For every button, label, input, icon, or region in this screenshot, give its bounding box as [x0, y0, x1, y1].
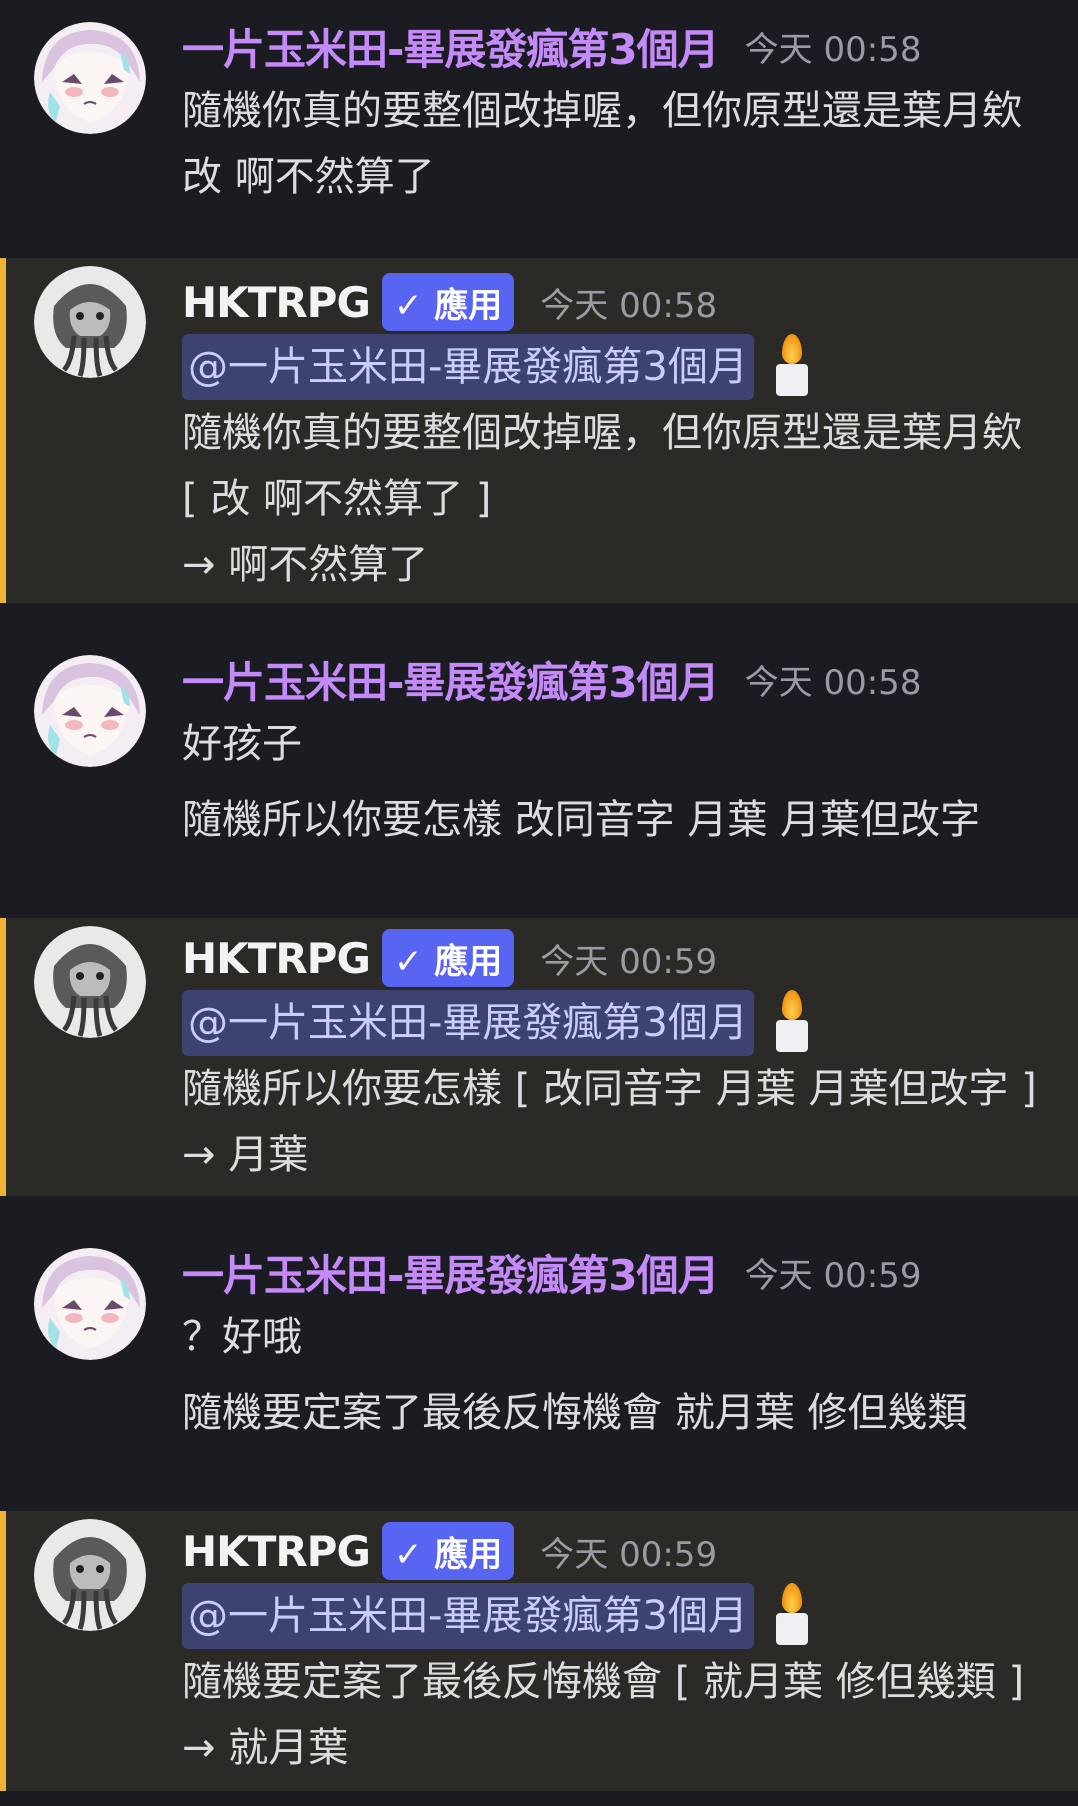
message-content: 一片玉米田-畢展發瘋第3個月 今天 00:58 隨機你真的要整個改掉喔，但你原型… — [182, 14, 1058, 210]
anime-girl-avatar-icon[interactable] — [34, 655, 146, 767]
message-header: HKTRPG ✓ 應用 今天 00:59 — [182, 1519, 1058, 1583]
user-mention[interactable]: @一片玉米田-畢展發瘋第3個月 — [182, 1583, 754, 1649]
cthulhu-avatar-icon[interactable] — [34, 1519, 146, 1631]
message-text: ？好哦 — [182, 1314, 302, 1360]
timestamp[interactable]: 今天 00:58 — [745, 655, 922, 704]
message-content: HKTRPG ✓ 應用 今天 00:58 @一片玉米田-畢展發瘋第3個月 隨機你… — [182, 270, 1058, 598]
anime-girl-avatar-icon[interactable] — [34, 1248, 146, 1360]
message-text: 隨機要定案了最後反悔機會 就月葉 修但幾類 — [182, 1390, 968, 1436]
message-item-mention: HKTRPG ✓ 應用 今天 00:59 @一片玉米田-畢展發瘋第3個月 隨機所… — [0, 918, 1078, 1196]
user-mention[interactable]: @一片玉米田-畢展發瘋第3個月 — [182, 990, 754, 1056]
app-badge: ✓ 應用 — [381, 1522, 515, 1580]
candle-icon — [772, 334, 812, 398]
message-header: HKTRPG ✓ 應用 今天 00:58 — [182, 270, 1058, 334]
bot-username[interactable]: HKTRPG — [182, 278, 371, 327]
message-item: 一片玉米田-畢展發瘋第3個月 今天 00:58 好孩子 隨機所以你要怎樣 改同音… — [0, 603, 1078, 918]
mention-line: @一片玉米田-畢展發瘋第3個月 — [182, 990, 1058, 1056]
message-header: 一片玉米田-畢展發瘋第3個月 今天 00:58 — [182, 14, 1058, 78]
message-content: 一片玉米田-畢展發瘋第3個月 今天 00:58 好孩子 隨機所以你要怎樣 改同音… — [182, 647, 1058, 853]
message-text: → 月葉 — [182, 1132, 309, 1178]
message-text: [ 改 啊不然算了 ] — [182, 476, 492, 522]
timestamp[interactable]: 今天 00:59 — [540, 1527, 717, 1576]
candle-icon — [772, 1583, 812, 1647]
username[interactable]: 一片玉米田-畢展發瘋第3個月 — [182, 649, 720, 710]
message-item: 一片玉米田-畢展發瘋第3個月 今天 00:59 ？好哦 隨機要定案了最後反悔機會… — [0, 1196, 1078, 1511]
message-header: 一片玉米田-畢展發瘋第3個月 今天 00:58 — [182, 647, 1058, 711]
timestamp[interactable]: 今天 00:58 — [540, 278, 717, 327]
timestamp[interactable]: 今天 00:59 — [745, 1248, 922, 1297]
message-content: HKTRPG ✓ 應用 今天 00:59 @一片玉米田-畢展發瘋第3個月 隨機要… — [182, 1519, 1058, 1781]
app-badge: ✓ 應用 — [381, 273, 515, 331]
message-text: 隨機所以你要怎樣 [ 改同音字 月葉 月葉但改字 ] — [182, 1066, 1037, 1112]
cthulhu-avatar-icon[interactable] — [34, 266, 146, 378]
message-text: 隨機你真的要整個改掉喔，但你原型還是葉月欸 — [182, 410, 1022, 456]
app-badge: ✓ 應用 — [381, 929, 515, 987]
username[interactable]: 一片玉米田-畢展發瘋第3個月 — [182, 16, 720, 77]
username[interactable]: 一片玉米田-畢展發瘋第3個月 — [182, 1242, 720, 1303]
message-text: 隨機你真的要整個改掉喔，但你原型還是葉月欸 — [182, 88, 1022, 134]
message-item-mention: HKTRPG ✓ 應用 今天 00:59 @一片玉米田-畢展發瘋第3個月 隨機要… — [0, 1511, 1078, 1791]
message-text: 好孩子 — [182, 721, 302, 767]
bot-username[interactable]: HKTRPG — [182, 934, 371, 983]
candle-icon — [772, 990, 812, 1054]
message-text: 隨機要定案了最後反悔機會 [ 就月葉 修但幾類 ] — [182, 1659, 1025, 1705]
chat-log: 一片玉米田-畢展發瘋第3個月 今天 00:58 隨機你真的要整個改掉喔，但你原型… — [0, 0, 1078, 1806]
message-text: 改 啊不然算了 — [182, 154, 435, 200]
user-mention[interactable]: @一片玉米田-畢展發瘋第3個月 — [182, 334, 754, 400]
mention-line: @一片玉米田-畢展發瘋第3個月 — [182, 334, 1058, 400]
cthulhu-avatar-icon[interactable] — [34, 926, 146, 1038]
message-header: HKTRPG ✓ 應用 今天 00:59 — [182, 926, 1058, 990]
anime-girl-avatar-icon[interactable] — [34, 22, 146, 134]
message-text: → 就月葉 — [182, 1725, 349, 1771]
message-text: 隨機所以你要怎樣 改同音字 月葉 月葉但改字 — [182, 797, 981, 843]
message-content: HKTRPG ✓ 應用 今天 00:59 @一片玉米田-畢展發瘋第3個月 隨機所… — [182, 926, 1058, 1188]
mention-line: @一片玉米田-畢展發瘋第3個月 — [182, 1583, 1058, 1649]
message-text: → 啊不然算了 — [182, 542, 429, 588]
timestamp[interactable]: 今天 00:59 — [540, 934, 717, 983]
message-item: 一片玉米田-畢展發瘋第3個月 今天 00:58 隨機你真的要整個改掉喔，但你原型… — [0, 0, 1078, 255]
message-content: 一片玉米田-畢展發瘋第3個月 今天 00:59 ？好哦 隨機要定案了最後反悔機會… — [182, 1240, 1058, 1446]
message-header: 一片玉米田-畢展發瘋第3個月 今天 00:59 — [182, 1240, 1058, 1304]
timestamp[interactable]: 今天 00:58 — [745, 22, 922, 71]
message-item-mention: HKTRPG ✓ 應用 今天 00:58 @一片玉米田-畢展發瘋第3個月 隨機你… — [0, 258, 1078, 603]
bot-username[interactable]: HKTRPG — [182, 1527, 371, 1576]
